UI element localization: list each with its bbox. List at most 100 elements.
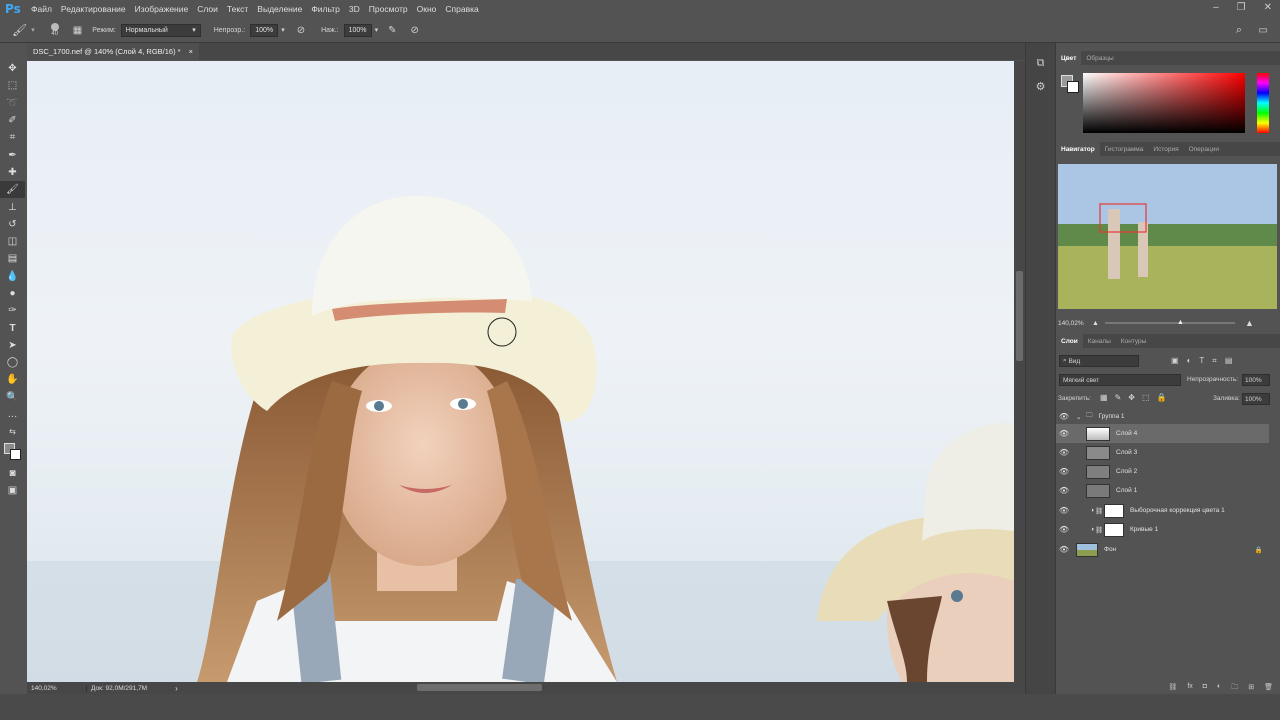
pressure-opacity-icon[interactable]: ⊘ <box>297 25 305 36</box>
adjustment-filter-icon[interactable]: ◐ <box>1187 356 1192 366</box>
chevron-down-icon[interactable]: ▾ <box>281 26 285 34</box>
opacity-input[interactable]: 100% <box>250 23 279 37</box>
airbrush-icon[interactable]: ✎ <box>388 25 396 36</box>
gradient-tool-icon[interactable]: ▤ <box>0 250 25 267</box>
history-brush-tool-icon[interactable]: ↺ <box>0 216 25 233</box>
layer-row-curves[interactable]: 👁 ◑ ⛓ Кривые 1 <box>1056 520 1269 539</box>
pixel-filter-icon[interactable]: ▣ <box>1171 356 1179 366</box>
fx-icon[interactable]: fx <box>1187 683 1192 694</box>
shape-filter-icon[interactable]: ⌗ <box>1212 356 1217 366</box>
crop-tool-icon[interactable]: ⌗ <box>0 129 25 146</box>
menu-image[interactable]: Изображение <box>132 4 195 14</box>
chevron-down-icon[interactable]: ▾ <box>31 26 35 34</box>
status-menu-arrow-icon[interactable]: › <box>175 684 178 693</box>
marquee-tool-icon[interactable]: ⬚ <box>0 77 25 94</box>
menu-help[interactable]: Справка <box>442 4 484 14</box>
new-adjustment-icon[interactable]: ◐ <box>1217 683 1221 694</box>
hand-tool-icon[interactable]: ✋ <box>0 371 25 388</box>
lock-pixels-icon[interactable]: ✎ <box>1115 393 1122 402</box>
pressure-size-icon[interactable]: ⊘ <box>411 25 419 36</box>
tab-paths[interactable]: Контуры <box>1116 338 1152 345</box>
color-swatches-icon[interactable] <box>0 441 25 465</box>
history-panel-icon[interactable]: ⧉ <box>1026 57 1055 70</box>
quick-select-tool-icon[interactable]: ✐ <box>0 112 25 129</box>
smart-filter-icon[interactable]: ▤ <box>1225 356 1233 366</box>
menu-filter[interactable]: Фильтр <box>308 4 346 14</box>
navigator-zoom-slider[interactable]: ▲ <box>1104 319 1235 326</box>
properties-panel-icon[interactable]: ⚙ <box>1026 80 1055 93</box>
slider-thumb-icon[interactable]: ▲ <box>1177 319 1184 326</box>
restore-icon[interactable]: ❐ <box>1237 2 1246 13</box>
new-group-icon[interactable]: 🗀 <box>1231 683 1238 694</box>
eyedropper-tool-icon[interactable]: ✒ <box>0 146 25 163</box>
color-picker-field[interactable] <box>1083 73 1245 133</box>
stamp-tool-icon[interactable]: ⊥ <box>0 198 25 215</box>
lasso-tool-icon[interactable]: ➰ <box>0 95 25 112</box>
tab-history[interactable]: История <box>1148 146 1183 153</box>
visibility-eye-icon[interactable]: 👁 <box>1056 412 1072 421</box>
background-color-swatch[interactable] <box>1067 81 1079 93</box>
pressure-input[interactable]: 100% <box>343 23 372 37</box>
tab-color[interactable]: Цвет <box>1056 51 1082 65</box>
lock-position-icon[interactable]: ✥ <box>1128 393 1135 402</box>
layer-opacity-input[interactable]: 100% <box>1242 374 1270 386</box>
menu-layers[interactable]: Слои <box>194 4 224 14</box>
close-tab-icon[interactable]: × <box>189 47 193 56</box>
tab-channels[interactable]: Каналы <box>1083 338 1116 345</box>
layer-filter-select[interactable]: ⌕ Вид <box>1059 355 1139 367</box>
blur-tool-icon[interactable]: 💧 <box>0 268 25 285</box>
layer-row-background[interactable]: 👁 Фон 🔒 <box>1056 540 1269 559</box>
type-tool-icon[interactable]: T <box>0 319 25 336</box>
dodge-tool-icon[interactable]: ● <box>0 285 25 302</box>
document-tab[interactable]: DSC_1700.nef @ 140% (Слой 4, RGB/16) * × <box>27 43 199 60</box>
menu-3d[interactable]: 3D <box>346 4 366 14</box>
navigator-thumbnail[interactable] <box>1058 164 1277 309</box>
tab-layers[interactable]: Слои <box>1056 334 1083 348</box>
path-select-tool-icon[interactable]: ➤ <box>0 337 25 354</box>
visibility-eye-icon[interactable]: 👁 <box>1056 467 1072 476</box>
close-icon[interactable]: ✕ <box>1264 2 1272 13</box>
brush-tool-icon[interactable]: 🖌 <box>0 181 25 199</box>
vertical-scrollbar[interactable] <box>1014 61 1025 682</box>
new-layer-icon[interactable]: ⊞ <box>1248 683 1254 694</box>
layer-row-selective-color[interactable]: 👁 ◑ ⛓ Выборочная коррекция цвета 1 <box>1056 501 1269 520</box>
menu-select[interactable]: Выделение <box>254 4 308 14</box>
visibility-eye-icon[interactable]: 👁 <box>1056 545 1072 554</box>
menu-type[interactable]: Текст <box>224 4 254 14</box>
type-filter-icon[interactable]: T <box>1199 356 1204 366</box>
swap-colors-icon[interactable]: ⇆ <box>0 423 25 440</box>
blend-mode-select[interactable]: Мягкий свет <box>1059 374 1181 386</box>
shape-tool-icon[interactable]: ◯ <box>0 354 25 371</box>
horizontal-scroll-thumb[interactable] <box>417 684 542 691</box>
menu-file[interactable]: Файл <box>28 4 58 14</box>
tab-actions[interactable]: Операции <box>1184 146 1224 153</box>
visibility-eye-icon[interactable]: 👁 <box>1056 448 1072 457</box>
tab-histogram[interactable]: Гистограмма <box>1100 146 1149 153</box>
layer-row-layer1[interactable]: 👁 Слой 1 <box>1056 481 1269 500</box>
workspace-icon[interactable]: ▭ <box>1259 25 1268 36</box>
mode-select[interactable]: Нормальный ▾ <box>120 23 201 37</box>
menu-window[interactable]: Окно <box>414 4 443 14</box>
move-tool-icon[interactable]: ✥ <box>0 60 25 77</box>
tab-navigator[interactable]: Навигатор <box>1056 142 1100 156</box>
lock-all-icon[interactable]: 🔒 <box>1157 393 1167 402</box>
more-tools-icon[interactable]: … <box>0 406 25 423</box>
search-icon[interactable]: ⌕ <box>1236 24 1242 37</box>
lock-transparency-icon[interactable]: ▦ <box>1100 393 1108 402</box>
background-color-swatch[interactable] <box>10 448 21 460</box>
hue-slider[interactable] <box>1257 73 1269 133</box>
visibility-eye-icon[interactable]: 👁 <box>1056 525 1072 534</box>
layer-row-layer2[interactable]: 👁 Слой 2 <box>1056 462 1269 481</box>
link-layers-icon[interactable]: ⛓ <box>1168 683 1177 694</box>
brush-preset-picker[interactable]: 40 <box>45 23 65 37</box>
vertical-scroll-thumb[interactable] <box>1016 271 1023 361</box>
brush-tool-icon[interactable]: 🖌 <box>12 23 27 37</box>
zoom-tool-icon[interactable]: 🔍 <box>0 389 25 406</box>
visibility-eye-icon[interactable]: 👁 <box>1056 506 1072 515</box>
delete-layer-icon[interactable]: 🗑 <box>1264 683 1273 694</box>
navigator-zoom[interactable]: 140,02% <box>1058 320 1092 327</box>
healing-tool-icon[interactable]: ✚ <box>0 164 25 181</box>
visibility-eye-icon[interactable]: 👁 <box>1056 486 1072 495</box>
visibility-eye-icon[interactable]: 👁 <box>1056 429 1072 438</box>
layer-row-layer4[interactable]: 👁 Слой 4 <box>1056 424 1269 443</box>
